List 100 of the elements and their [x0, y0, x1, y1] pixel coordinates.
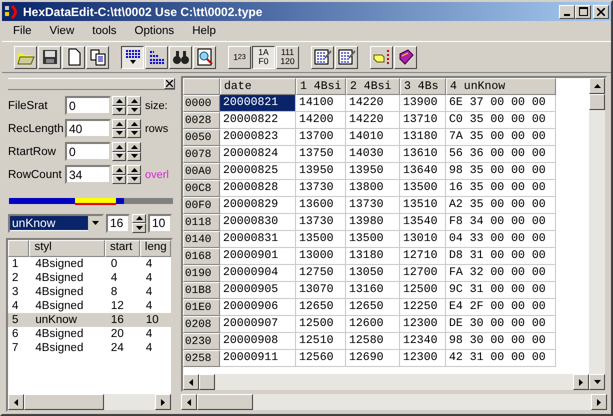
table-cell: C0 35 00 00 00: [446, 112, 556, 129]
input-field[interactable]: 0: [65, 96, 111, 115]
row-header[interactable]: 0168: [183, 248, 220, 265]
window-title: HexDataEdit-C:\tt\0002 Use C:\tt\0002.type: [23, 4, 264, 18]
row-header[interactable]: 00A0: [183, 163, 220, 180]
scroll-left-button[interactable]: [8, 394, 24, 410]
minimize-button[interactable]: [559, 4, 575, 18]
table-cell: 13900: [400, 95, 446, 112]
spin-up-button[interactable]: [132, 214, 146, 223]
close-icon: [597, 8, 605, 16]
input-field[interactable]: 34: [65, 165, 111, 184]
list-edit-icon: [314, 48, 332, 66]
toolbar-button[interactable]: 1A F0: [252, 46, 275, 68]
column-header[interactable]: 2 4Bsi: [346, 78, 400, 95]
toolbar-button[interactable]: [121, 46, 144, 68]
table-cell: 13050: [346, 265, 400, 282]
row-header[interactable]: 01E0: [183, 299, 220, 316]
table-cell: 12700: [400, 265, 446, 282]
start-field[interactable]: 16: [106, 214, 130, 232]
row-header[interactable]: 0028: [183, 112, 220, 129]
close-button[interactable]: [593, 4, 609, 18]
column-header[interactable]: 4 unKnow: [446, 78, 556, 95]
table-cell: 13180: [400, 129, 446, 146]
table-cell: 13000: [296, 248, 346, 265]
menu-item[interactable]: Options: [126, 24, 184, 36]
list-row[interactable]: 6 4Bsigned 20 4: [8, 327, 171, 341]
list-row[interactable]: 2 4Bsigned 4 4: [8, 271, 171, 285]
spin-up-button[interactable]: [112, 119, 126, 128]
table-cell: 20000908: [220, 333, 296, 350]
down-arrow-icon: [116, 131, 122, 136]
row-header[interactable]: 0000: [183, 95, 220, 112]
menu-item[interactable]: View: [40, 24, 84, 36]
row-header[interactable]: 0078: [183, 146, 220, 163]
spin-up-button[interactable]: [127, 165, 141, 174]
table-cell: 13950: [346, 163, 400, 180]
list-row[interactable]: 7 4Bsigned 24 4: [8, 341, 171, 355]
row-header[interactable]: 0140: [183, 231, 220, 248]
table-edit-icon: [338, 48, 356, 66]
scroll-right-button[interactable]: [573, 374, 589, 390]
type-dropdown[interactable]: unKnow: [8, 214, 104, 232]
table-cell: 20000825: [220, 163, 296, 180]
toolbar-button[interactable]: 111 120: [276, 46, 299, 68]
row-header[interactable]: 0050: [183, 129, 220, 146]
column-header[interactable]: leng: [140, 240, 171, 257]
menu-item[interactable]: Help: [183, 24, 225, 36]
list-row[interactable]: 1 4Bsigned 0 4: [8, 257, 171, 271]
column-header[interactable]: 3 4Bs: [400, 78, 446, 95]
row-header[interactable]: 00C8: [183, 180, 220, 197]
horizontal-scrollbar[interactable]: [8, 394, 171, 410]
down-arrow-icon: [130, 177, 138, 182]
scroll-right-button[interactable]: [155, 394, 171, 410]
vertical-scrollbar[interactable]: [589, 78, 605, 390]
scroll-thumb[interactable]: [24, 394, 104, 410]
column-header[interactable]: styl: [29, 240, 105, 257]
scroll-left-button[interactable]: [183, 374, 199, 390]
right-arrow-icon: [579, 378, 583, 386]
spin-down-button[interactable]: [132, 223, 146, 232]
scroll-up-button[interactable]: [589, 78, 605, 94]
scroll-thumb[interactable]: [199, 374, 215, 390]
spin-up-button[interactable]: [127, 142, 141, 152]
spin-up-button[interactable]: [112, 142, 126, 152]
maximize-icon: [578, 7, 588, 16]
length-field[interactable]: 10: [148, 214, 172, 232]
row-header[interactable]: 0208: [183, 316, 220, 333]
column-header[interactable]: date: [220, 78, 296, 95]
spin-up-button[interactable]: [127, 119, 141, 128]
scroll-left-button[interactable]: [181, 394, 197, 410]
close-button[interactable]: [164, 78, 175, 89]
maximize-button[interactable]: [575, 4, 591, 18]
scroll-right-button[interactable]: [591, 394, 607, 410]
table-cell: 12710: [400, 248, 446, 265]
horizontal-scrollbar[interactable]: [181, 394, 607, 410]
row-header[interactable]: 0230: [183, 333, 220, 350]
table-cell: 13500: [296, 231, 346, 248]
spin-up-button[interactable]: [112, 96, 126, 106]
table-cell: 42 31 00 00 00: [446, 350, 556, 367]
table-cell: 14030: [346, 146, 400, 163]
table-cell: 20000822: [220, 112, 296, 129]
down-arrow-icon: [594, 380, 600, 384]
row-header[interactable]: 0190: [183, 265, 220, 282]
scroll-down-button[interactable]: [589, 374, 605, 390]
horizontal-scrollbar[interactable]: [183, 374, 589, 390]
menu-item[interactable]: tools: [83, 24, 126, 36]
list-row[interactable]: 4 4Bsigned 12 4: [8, 299, 171, 313]
menu-item[interactable]: File: [4, 24, 41, 36]
row-header[interactable]: 01B8: [183, 282, 220, 299]
input-field[interactable]: 40: [65, 119, 111, 138]
list-row[interactable]: 3 4Bsigned 8 4: [8, 285, 171, 299]
column-header[interactable]: 1 4Bsi: [296, 78, 346, 95]
input-field[interactable]: 0: [65, 142, 111, 161]
row-header[interactable]: 0258: [183, 350, 220, 367]
list-row[interactable]: 5 unKnow 16 10: [8, 313, 171, 327]
scroll-thumb[interactable]: [589, 94, 605, 110]
table-cell: 12300: [400, 350, 446, 367]
scroll-thumb[interactable]: [197, 394, 253, 410]
column-header[interactable]: start: [104, 240, 140, 257]
spin-up-button[interactable]: [112, 165, 126, 174]
row-header[interactable]: 00F0: [183, 197, 220, 214]
row-header[interactable]: 0118: [183, 214, 220, 231]
spin-up-button[interactable]: [127, 96, 141, 106]
